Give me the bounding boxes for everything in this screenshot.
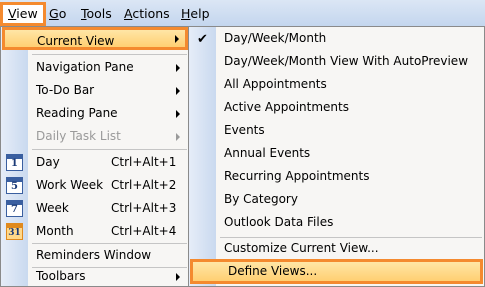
menu-tools-rest: ools (86, 6, 112, 21)
menu-item-to-do-bar[interactable]: To-Do Bar (1, 79, 189, 102)
menu-item-label: Active Appointments (224, 100, 349, 114)
menu-item-navigation-pane[interactable]: Navigation Pane (1, 56, 189, 79)
menu-item-label: Reminders Window (36, 248, 152, 262)
menu-item-label: Current View (37, 34, 115, 48)
menu-item-daily-task-list: Daily Task List (1, 125, 189, 148)
menu-item-label: Customize Current View... (224, 241, 379, 255)
shortcut-label: Ctrl+Alt+4 (111, 224, 177, 238)
submenu-arrow-icon (175, 35, 179, 43)
menu-item-label: Month (36, 224, 74, 238)
calendar-day-icon: 1 (6, 154, 23, 171)
menu-item-customize-current-view[interactable]: Customize Current View... (189, 237, 484, 260)
menu-help[interactable]: Help (174, 4, 217, 24)
menu-bar: View Go Tools Actions Help (0, 0, 485, 27)
menu-separator (32, 54, 187, 55)
shortcut-label: Ctrl+Alt+2 (111, 178, 177, 192)
menu-separator (32, 149, 187, 150)
menu-tools[interactable]: Tools (74, 4, 119, 24)
menu-item-day-week-month-autopreview[interactable]: Day/Week/Month View With AutoPreview (189, 50, 484, 73)
menu-item-label: Day (36, 155, 60, 169)
menu-actions[interactable]: Actions (117, 4, 177, 24)
menu-item-recurring-appointments[interactable]: Recurring Appointments (189, 165, 484, 188)
menu-item-label: Day/Week/Month (224, 31, 327, 45)
menu-item-label: Week (36, 201, 69, 215)
menu-item-label: All Appointments (224, 77, 327, 91)
menu-item-by-category[interactable]: By Category (189, 188, 484, 211)
menu-item-label: Work Week (36, 178, 104, 192)
menu-item-reminders-window[interactable]: Reminders Window (1, 244, 189, 267)
checkmark-icon: ✔ (197, 32, 208, 47)
menu-item-label: By Category (224, 192, 298, 206)
menu-item-define-views[interactable]: Define Views... (190, 259, 483, 284)
menu-item-week[interactable]: 7 Week Ctrl+Alt+3 (1, 197, 189, 220)
menu-go-rest: o (58, 6, 67, 21)
menu-item-label: Define Views... (228, 264, 318, 278)
menu-item-annual-events[interactable]: Annual Events (189, 142, 484, 165)
current-view-submenu: ✔ Day/Week/Month Day/Week/Month View Wit… (188, 26, 485, 287)
shortcut-label: Ctrl+Alt+3 (111, 201, 177, 215)
view-menu: Current View Navigation Pane To-Do Bar R… (0, 26, 190, 287)
menu-item-toolbars[interactable]: Toolbars (1, 265, 189, 287)
menu-item-label: Toolbars (36, 269, 86, 283)
menu-actions-rest: ctions (132, 6, 170, 21)
menu-item-label: Outlook Data Files (224, 215, 334, 229)
menu-view[interactable]: View (0, 2, 46, 26)
menu-item-events[interactable]: Events (189, 119, 484, 142)
calendar-week-icon: 7 (6, 200, 23, 217)
menu-item-day[interactable]: 1 Day Ctrl+Alt+1 (1, 151, 189, 174)
menu-item-reading-pane[interactable]: Reading Pane (1, 102, 189, 125)
calendar-work-week-icon: 5 (6, 177, 23, 194)
submenu-arrow-icon (176, 273, 180, 281)
menu-item-day-week-month[interactable]: ✔ Day/Week/Month (189, 27, 484, 50)
menu-item-label: Annual Events (224, 146, 311, 160)
menu-item-work-week[interactable]: 5 Work Week Ctrl+Alt+2 (1, 174, 189, 197)
submenu-arrow-icon (176, 64, 180, 72)
menu-item-outlook-data-files[interactable]: Outlook Data Files (189, 211, 484, 234)
menu-help-rest: elp (190, 6, 210, 21)
outlook-window: View Go Tools Actions Help Current View … (0, 0, 485, 287)
menu-item-label: To-Do Bar (36, 83, 95, 97)
menu-item-all-appointments[interactable]: All Appointments (189, 73, 484, 96)
menu-item-label: Recurring Appointments (224, 169, 370, 183)
menu-item-active-appointments[interactable]: Active Appointments (189, 96, 484, 119)
menu-view-rest: iew (16, 6, 38, 21)
menu-item-current-view[interactable]: Current View (2, 27, 188, 50)
menu-item-label: Navigation Pane (36, 60, 134, 74)
menu-item-month[interactable]: 31 Month Ctrl+Alt+4 (1, 220, 189, 243)
submenu-arrow-icon (176, 110, 180, 118)
calendar-month-icon: 31 (6, 223, 23, 240)
submenu-arrow-icon (176, 87, 180, 95)
menu-go[interactable]: Go (42, 4, 73, 24)
menu-item-label: Daily Task List (36, 129, 121, 143)
menu-item-label: Reading Pane (36, 106, 118, 120)
shortcut-label: Ctrl+Alt+1 (111, 155, 177, 169)
menu-item-label: Day/Week/Month View With AutoPreview (224, 54, 469, 68)
submenu-arrow-icon (176, 133, 180, 141)
menu-item-label: Events (224, 123, 265, 137)
